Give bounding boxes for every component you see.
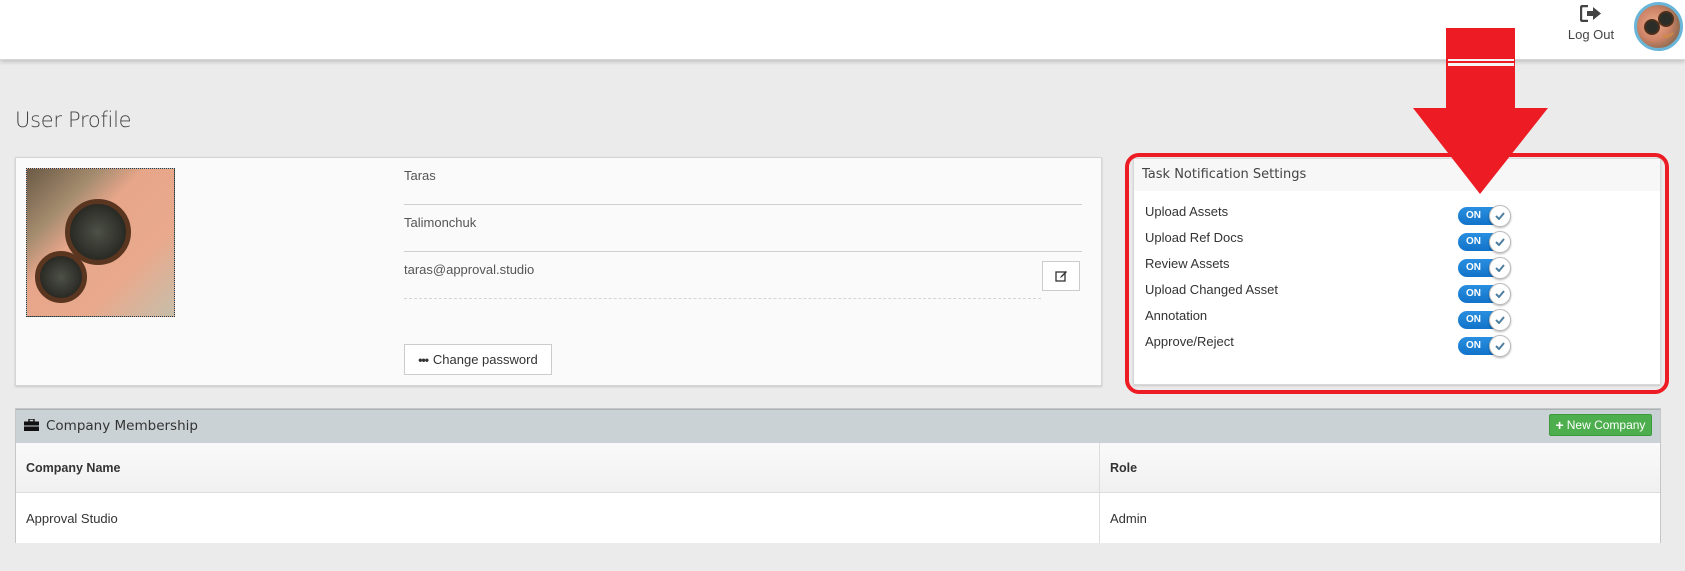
sign-out-icon <box>1580 5 1601 22</box>
edit-icon <box>1054 271 1067 282</box>
first-name-value: Taras <box>404 168 436 183</box>
notification-setting-row: Review Assets ON <box>1145 253 1645 281</box>
column-header-role[interactable]: Role <box>1099 443 1660 493</box>
toggle-on-label: ON <box>1466 210 1481 221</box>
column-header-company-name[interactable]: Company Name <box>16 443 1100 493</box>
notification-setting-row: Upload Ref Docs ON <box>1145 227 1645 255</box>
toggle-on-label: ON <box>1466 262 1481 273</box>
company-membership-section: Company Membership + New Company Company… <box>15 408 1661 543</box>
check-icon <box>1495 290 1505 298</box>
company-name-cell: Approval Studio <box>16 492 1100 543</box>
notification-setting-row: Upload Assets ON <box>1145 201 1645 229</box>
new-company-label: New Company <box>1566 418 1646 432</box>
company-membership-header: Company Membership + New Company <box>16 409 1660 443</box>
check-icon <box>1495 316 1505 324</box>
table-header-row: Company Name Role <box>16 443 1660 493</box>
notification-setting-label: Review Assets <box>1145 256 1230 271</box>
first-name-field[interactable]: Taras <box>404 158 1082 205</box>
avatar-photo <box>1644 11 1674 38</box>
page-title: User Profile <box>15 108 132 132</box>
table-row[interactable]: Approval Studio Admin <box>16 492 1660 543</box>
toggle-knob[interactable] <box>1489 257 1511 279</box>
notification-setting-label: Annotation <box>1145 308 1208 323</box>
notification-setting-label: Upload Changed Asset <box>1145 282 1278 297</box>
notification-toggle[interactable]: ON <box>1458 257 1511 279</box>
top-bar: Log Out <box>0 0 1685 60</box>
email-field[interactable]: taras@approval.studio <box>404 252 1041 299</box>
notification-toggle[interactable]: ON <box>1458 283 1511 305</box>
new-company-button[interactable]: + New Company <box>1549 414 1652 436</box>
logout-button[interactable]: Log Out <box>1562 3 1620 51</box>
company-table: Company Name Role Approval Studio Admin <box>16 443 1660 543</box>
toggle-on-label: ON <box>1466 340 1481 351</box>
toggle-on-label: ON <box>1466 314 1481 325</box>
photo-detail <box>35 251 87 303</box>
profile-photo[interactable] <box>26 168 175 317</box>
email-value: taras@approval.studio <box>404 262 535 277</box>
last-name-field[interactable]: Talimonchuk <box>404 205 1082 252</box>
ellipsis-icon: ••• <box>418 352 429 367</box>
toggle-knob[interactable] <box>1489 335 1511 357</box>
check-icon <box>1495 264 1505 272</box>
notification-panel-title: Task Notification Settings <box>1134 159 1660 191</box>
notification-toggle[interactable]: ON <box>1458 205 1511 227</box>
briefcase-icon <box>24 419 39 431</box>
notification-toggle[interactable]: ON <box>1458 335 1511 357</box>
logout-label: Log Out <box>1567 27 1615 42</box>
role-cell: Admin <box>1099 492 1660 543</box>
toggle-knob[interactable] <box>1489 205 1511 227</box>
profile-card: Taras Talimonchuk taras@approval.studio … <box>15 157 1102 386</box>
notification-setting-label: Approve/Reject <box>1145 334 1234 349</box>
change-password-button[interactable]: ••• Change password <box>404 344 552 375</box>
check-icon <box>1495 212 1505 220</box>
toggle-knob[interactable] <box>1489 231 1511 253</box>
user-avatar[interactable] <box>1634 2 1683 51</box>
edit-email-button[interactable] <box>1042 261 1080 291</box>
change-password-label: Change password <box>432 352 538 367</box>
last-name-value: Talimonchuk <box>404 215 477 230</box>
task-notification-panel: Task Notification Settings Upload Assets… <box>1133 158 1661 385</box>
notification-toggle[interactable]: ON <box>1458 231 1511 253</box>
notification-setting-label: Upload Ref Docs <box>1145 230 1244 245</box>
notification-toggle[interactable]: ON <box>1458 309 1511 331</box>
plus-icon: + <box>1555 417 1564 433</box>
notification-setting-row: Approve/Reject ON <box>1145 331 1645 359</box>
toggle-on-label: ON <box>1466 236 1481 247</box>
toggle-knob[interactable] <box>1489 283 1511 305</box>
company-membership-title: Company Membership <box>46 418 198 434</box>
check-icon <box>1495 342 1505 350</box>
toggle-knob[interactable] <box>1489 309 1511 331</box>
notification-setting-row: Annotation ON <box>1145 305 1645 333</box>
toggle-on-label: ON <box>1466 288 1481 299</box>
check-icon <box>1495 238 1505 246</box>
notification-setting-label: Upload Assets <box>1145 204 1229 219</box>
notification-setting-row: Upload Changed Asset ON <box>1145 279 1645 307</box>
